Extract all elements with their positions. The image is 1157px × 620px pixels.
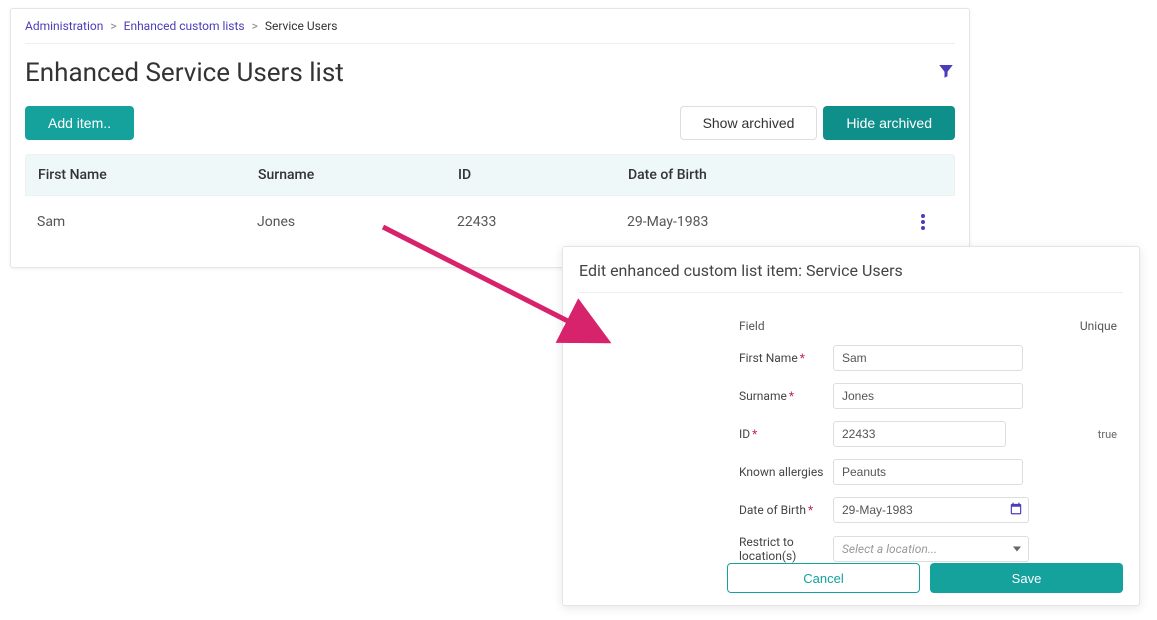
breadcrumb-enhanced-custom-lists[interactable]: Enhanced custom lists (124, 19, 245, 33)
edit-dialog: Edit enhanced custom list item: Service … (562, 246, 1140, 606)
list-panel: Administration > Enhanced custom lists >… (10, 8, 970, 268)
page-title: Enhanced Service Users list (25, 58, 344, 88)
hide-archived-button[interactable]: Hide archived (823, 106, 955, 140)
id-field[interactable] (833, 421, 1006, 447)
breadcrumb-administration[interactable]: Administration (25, 19, 103, 33)
breadcrumb-current: Service Users (265, 19, 338, 33)
chevron-down-icon (1013, 547, 1021, 552)
breadcrumb: Administration > Enhanced custom lists >… (25, 19, 955, 44)
unique-value: true (1098, 428, 1123, 441)
calendar-icon[interactable] (1009, 502, 1023, 519)
header-dob: Date of Birth (628, 167, 902, 183)
header-id: ID (458, 167, 628, 183)
header-surname: Surname (258, 167, 458, 183)
table-header: First Name Surname ID Date of Birth (25, 154, 955, 196)
label-restrict: Restrict to location(s) (739, 535, 833, 564)
cell-dob: 29-May-1983 (627, 214, 903, 234)
filter-icon[interactable] (937, 62, 955, 84)
save-button[interactable]: Save (930, 563, 1123, 593)
table-row[interactable]: Sam Jones 22433 29-May-1983 (25, 196, 955, 240)
header-first-name: First Name (38, 167, 258, 183)
label-surname: Surname* (739, 389, 833, 403)
form-header-unique: Unique (1080, 319, 1117, 333)
cancel-button[interactable]: Cancel (727, 563, 920, 593)
label-first-name: First Name* (739, 351, 833, 365)
surname-field[interactable] (833, 383, 1023, 409)
cell-surname: Jones (257, 214, 457, 234)
cell-first-name: Sam (37, 214, 257, 234)
show-archived-button[interactable]: Show archived (680, 106, 818, 140)
label-dob: Date of Birth* (739, 503, 833, 517)
label-allergies: Known allergies (739, 465, 833, 479)
add-item-button[interactable]: Add item.. (25, 106, 134, 140)
label-id: ID* (739, 427, 833, 441)
first-name-field[interactable] (833, 345, 1023, 371)
dialog-title: Edit enhanced custom list item: Service … (579, 261, 1123, 293)
restrict-location-select[interactable]: Select a location... (833, 536, 1029, 562)
allergies-field[interactable] (833, 459, 1023, 485)
cell-id: 22433 (457, 214, 627, 234)
form-header-field: Field (739, 319, 765, 333)
dob-field[interactable] (833, 497, 1029, 523)
row-actions-icon[interactable] (921, 218, 925, 234)
